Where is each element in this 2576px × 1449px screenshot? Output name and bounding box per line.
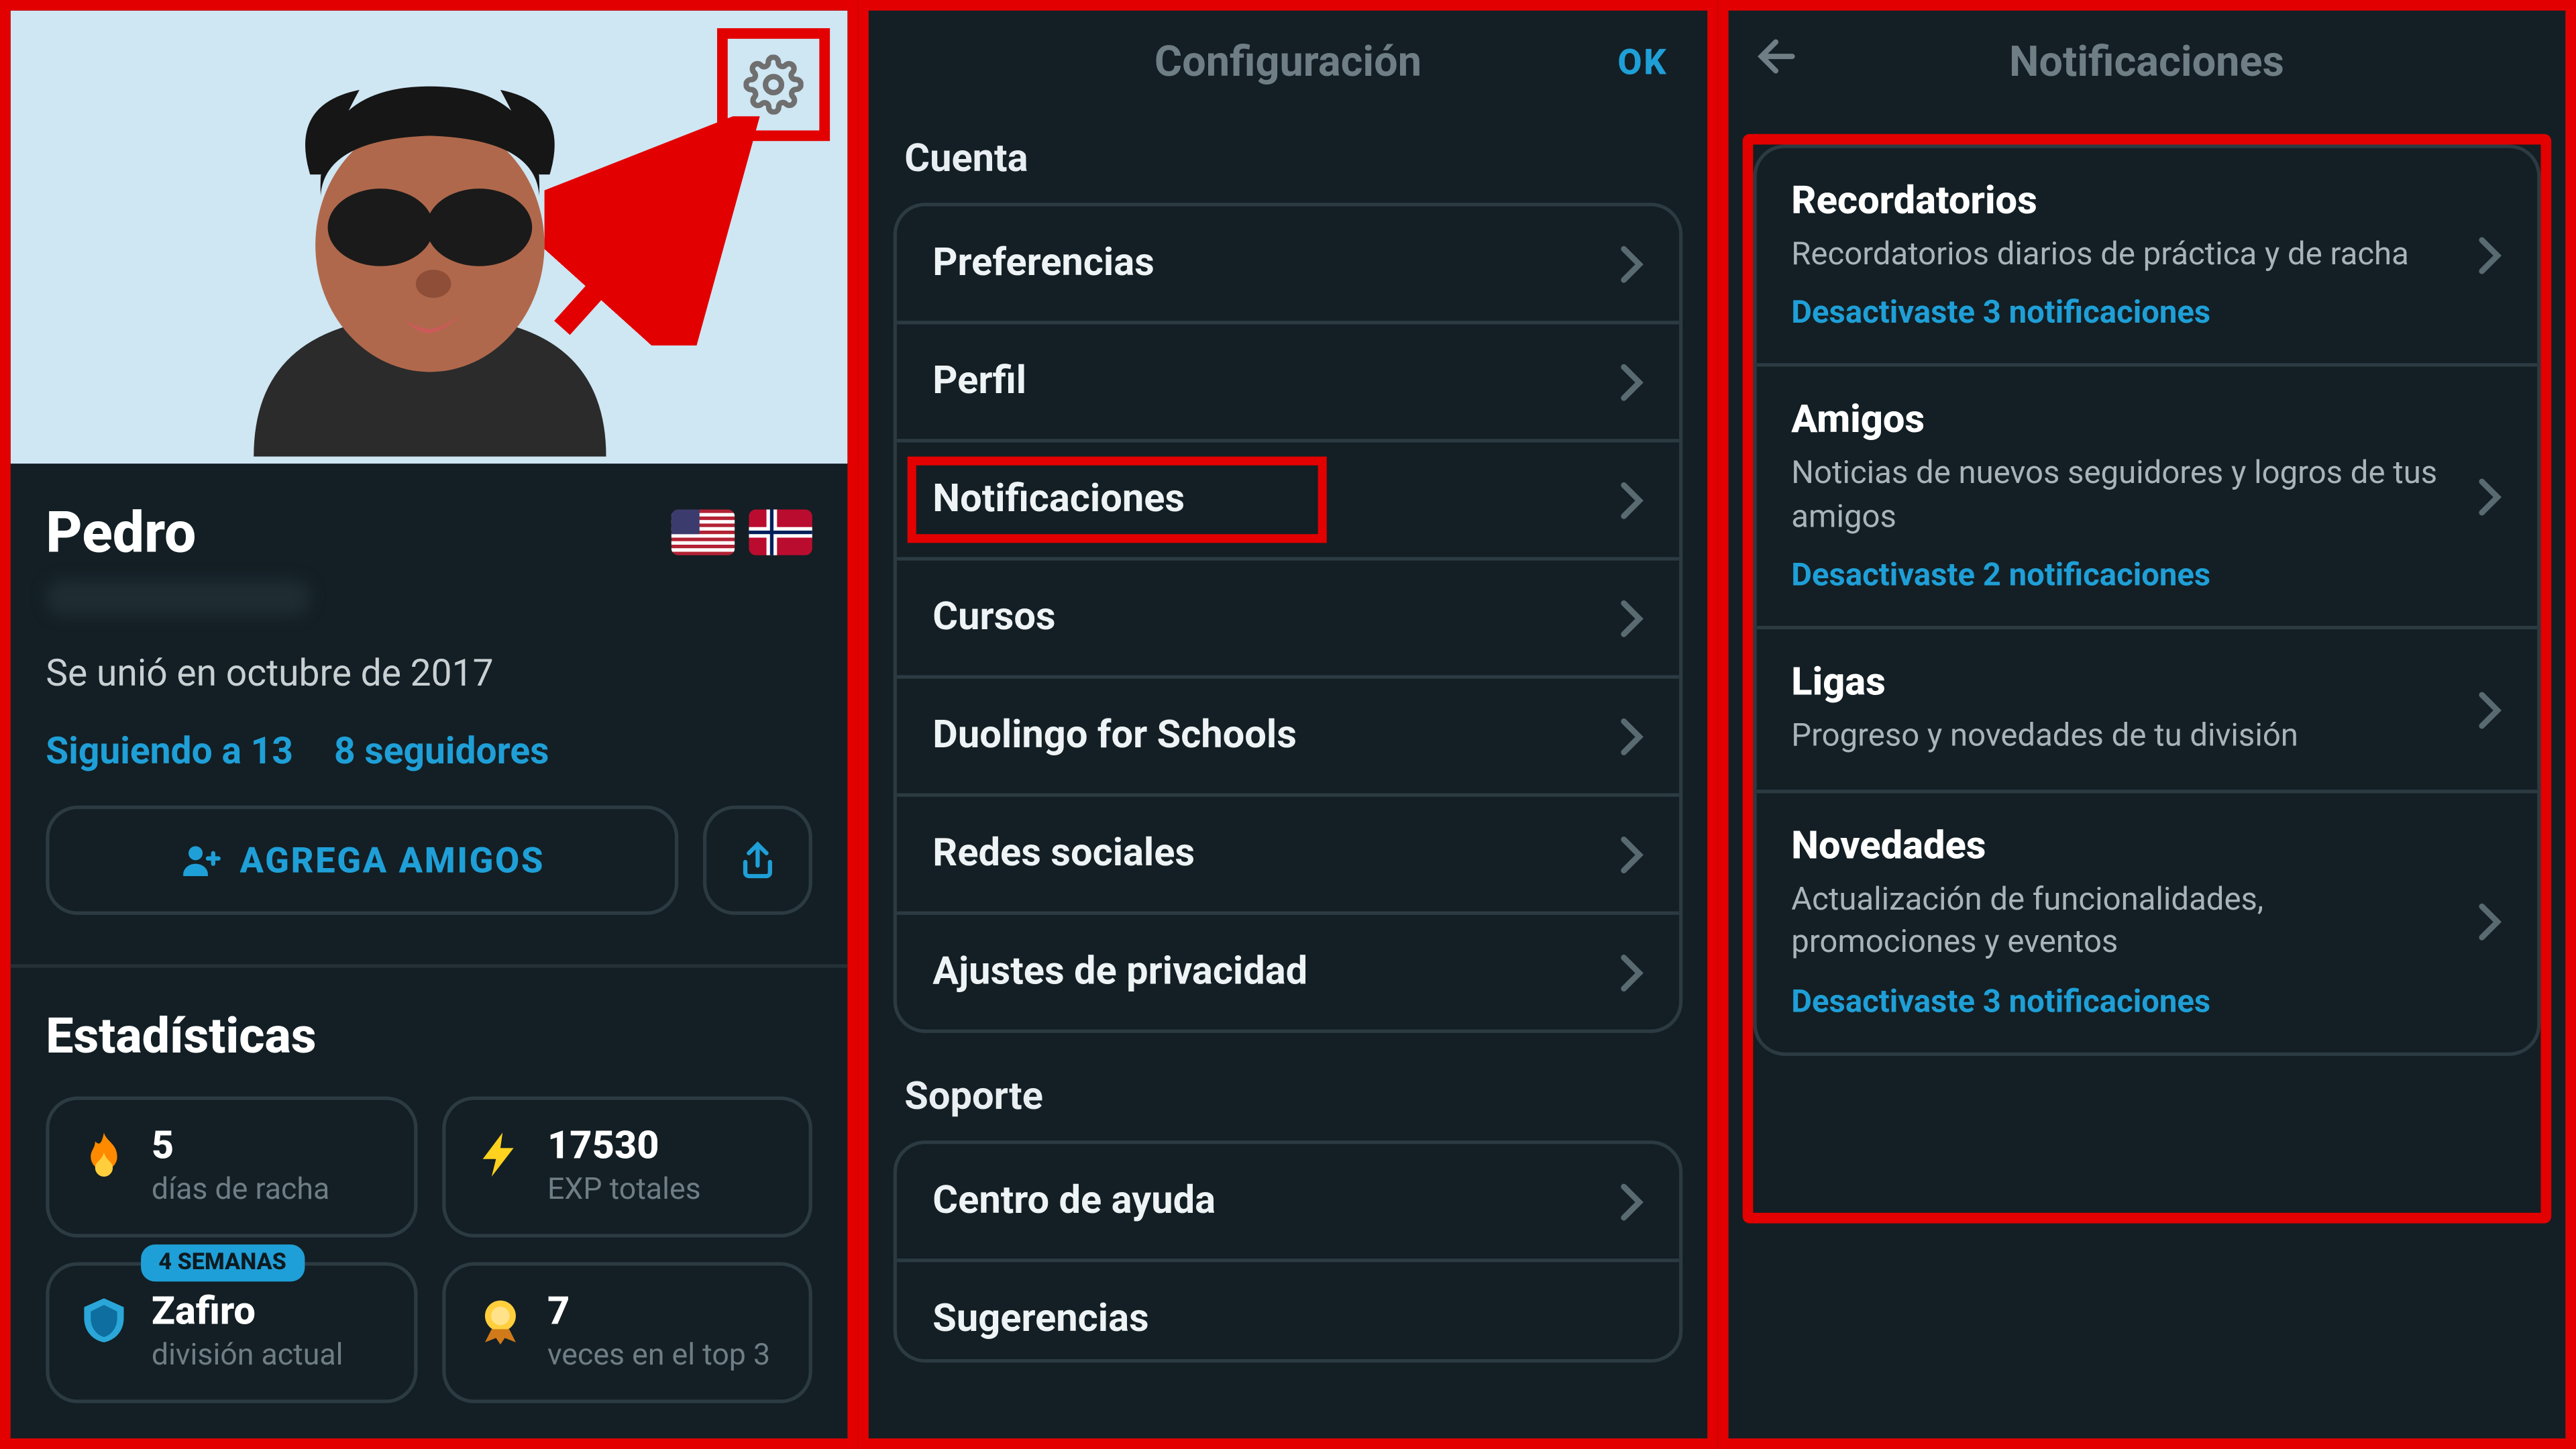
stat-label: división actual — [152, 1338, 343, 1373]
follow-stats: Siguiendo a 13 8 seguidores — [46, 732, 812, 774]
notif-title: Amigos — [1791, 399, 2453, 443]
row-label: Redes sociales — [932, 832, 1619, 876]
stat-xp[interactable]: 17530EXP totales — [441, 1096, 812, 1237]
bolt-icon — [474, 1128, 527, 1181]
divider — [11, 964, 848, 967]
share-button[interactable] — [704, 806, 813, 915]
shield-icon — [78, 1294, 131, 1347]
row-label: Ajustes de privacidad — [932, 950, 1619, 994]
row-label: Duolingo for Schools — [932, 714, 1619, 758]
row-label: Sugerencias — [932, 1297, 1643, 1342]
medal-icon — [474, 1294, 527, 1347]
settings-title: Configuración — [1155, 37, 1421, 87]
stat-value: 17530 — [547, 1124, 701, 1169]
back-button[interactable] — [1753, 32, 1803, 91]
avatar-area — [11, 11, 848, 464]
row-label: Perfil — [932, 360, 1619, 404]
notif-desc: Actualización de funcionalidades, promoc… — [1791, 880, 2453, 966]
settings-button[interactable] — [718, 28, 830, 141]
profile-panel: Pedro Se unió en octubre de 2017 Siguien… — [0, 0, 859, 1449]
notifications-panel: Notificaciones Recordatorios Recordatori… — [1717, 0, 2576, 1449]
share-icon — [737, 839, 780, 881]
notif-status: Desactivaste 3 notificaciones — [1791, 983, 2453, 1020]
settings-panel: Configuración OK Cuenta Preferencias Per… — [859, 0, 1717, 1449]
stat-label: EXP totales — [547, 1172, 701, 1208]
chevron-right-icon — [1619, 598, 1644, 637]
row-label: Centro de ayuda — [932, 1179, 1619, 1224]
notif-status: Desactivaste 3 notificaciones — [1791, 295, 2453, 332]
add-friends-button[interactable]: AGREGA AMIGOS — [46, 806, 679, 915]
chevron-right-icon — [2477, 904, 2502, 943]
chevron-right-icon — [2477, 236, 2502, 275]
arrow-left-icon — [1753, 32, 1803, 81]
stat-value: Zafiro — [152, 1291, 343, 1335]
flag-us-icon — [672, 509, 736, 555]
row-social[interactable]: Redes sociales — [898, 793, 1678, 911]
row-profile[interactable]: Perfil — [898, 321, 1678, 439]
row-label: Notificaciones — [932, 478, 1619, 522]
support-card: Centro de ayuda Sugerencias — [894, 1140, 1682, 1362]
row-notifications[interactable]: Notificaciones — [898, 439, 1678, 557]
username-handle-blurred — [46, 580, 310, 616]
row-courses[interactable]: Cursos — [898, 557, 1678, 675]
row-privacy[interactable]: Ajustes de privacidad — [898, 912, 1678, 1030]
notifications-header: Notificaciones — [1728, 11, 2565, 113]
stat-label: veces en el top 3 — [547, 1338, 770, 1373]
notif-desc: Recordatorios diarios de práctica y de r… — [1791, 234, 2453, 277]
stat-value: 5 — [152, 1124, 329, 1169]
following-link[interactable]: Siguiendo a 13 — [46, 732, 293, 774]
add-user-icon — [180, 839, 222, 881]
notif-title: Ligas — [1791, 661, 2453, 705]
flag-no-icon — [749, 509, 813, 555]
chevron-right-icon — [1619, 362, 1644, 401]
chevron-right-icon — [1619, 835, 1644, 873]
notif-desc: Noticias de nuevos seguidores y logros d… — [1791, 453, 2453, 539]
section-support-label: Soporte — [869, 1051, 1707, 1140]
notif-desc: Progreso y novedades de tu división — [1791, 716, 2453, 759]
notif-row-reminders[interactable]: Recordatorios Recordatorios diarios de p… — [1756, 148, 2537, 364]
chevron-right-icon — [1619, 953, 1644, 991]
ok-button[interactable]: OK — [1617, 40, 1668, 83]
notif-status: Desactivaste 2 notificaciones — [1791, 557, 2453, 594]
notif-title: Recordatorios — [1791, 180, 2453, 224]
row-label: Preferencias — [932, 241, 1619, 286]
row-help[interactable]: Centro de ayuda — [898, 1144, 1678, 1258]
row-schools[interactable]: Duolingo for Schools — [898, 675, 1678, 793]
fire-icon — [78, 1128, 131, 1181]
avatar — [182, 51, 676, 464]
stat-streak[interactable]: 5días de racha — [46, 1096, 417, 1237]
stats-heading: Estadísticas — [46, 1006, 812, 1065]
row-suggestions[interactable]: Sugerencias — [898, 1258, 1678, 1359]
add-friends-label: AGREGA AMIGOS — [239, 839, 545, 881]
row-label: Cursos — [932, 596, 1619, 640]
stat-value: 7 — [547, 1291, 770, 1335]
notifications-title: Notificaciones — [2009, 37, 2284, 87]
joined-date: Se unió en octubre de 2017 — [46, 654, 812, 696]
league-badge: 4 SEMANAS — [141, 1244, 304, 1281]
gear-icon — [744, 54, 804, 114]
flag-list — [672, 509, 813, 555]
notif-row-friends[interactable]: Amigos Noticias de nuevos seguidores y l… — [1756, 364, 2537, 625]
chevron-right-icon — [1619, 716, 1644, 755]
stat-label: días de racha — [152, 1172, 329, 1208]
notif-title: Novedades — [1791, 825, 2453, 869]
settings-header: Configuración OK — [869, 11, 1707, 113]
user-name: Pedro — [46, 499, 196, 566]
account-card: Preferencias Perfil Notificaciones Curso… — [894, 203, 1682, 1033]
chevron-right-icon — [2477, 690, 2502, 729]
stat-top3[interactable]: 7veces en el top 3 — [441, 1262, 812, 1403]
chevron-right-icon — [2477, 477, 2502, 516]
notif-row-news[interactable]: Novedades Actualización de funcionalidad… — [1756, 790, 2537, 1052]
chevron-right-icon — [1619, 480, 1644, 519]
followers-link[interactable]: 8 seguidores — [334, 732, 549, 774]
section-account-label: Cuenta — [869, 113, 1707, 203]
notif-row-leagues[interactable]: Ligas Progreso y novedades de tu divisió… — [1756, 626, 2537, 790]
chevron-right-icon — [1619, 1182, 1644, 1221]
row-preferences[interactable]: Preferencias — [898, 206, 1678, 321]
chevron-right-icon — [1619, 244, 1644, 283]
notifications-card: Recordatorios Recordatorios diarios de p… — [1753, 144, 2541, 1055]
stat-league[interactable]: 4 SEMANAS Zafirodivisión actual — [46, 1262, 417, 1403]
